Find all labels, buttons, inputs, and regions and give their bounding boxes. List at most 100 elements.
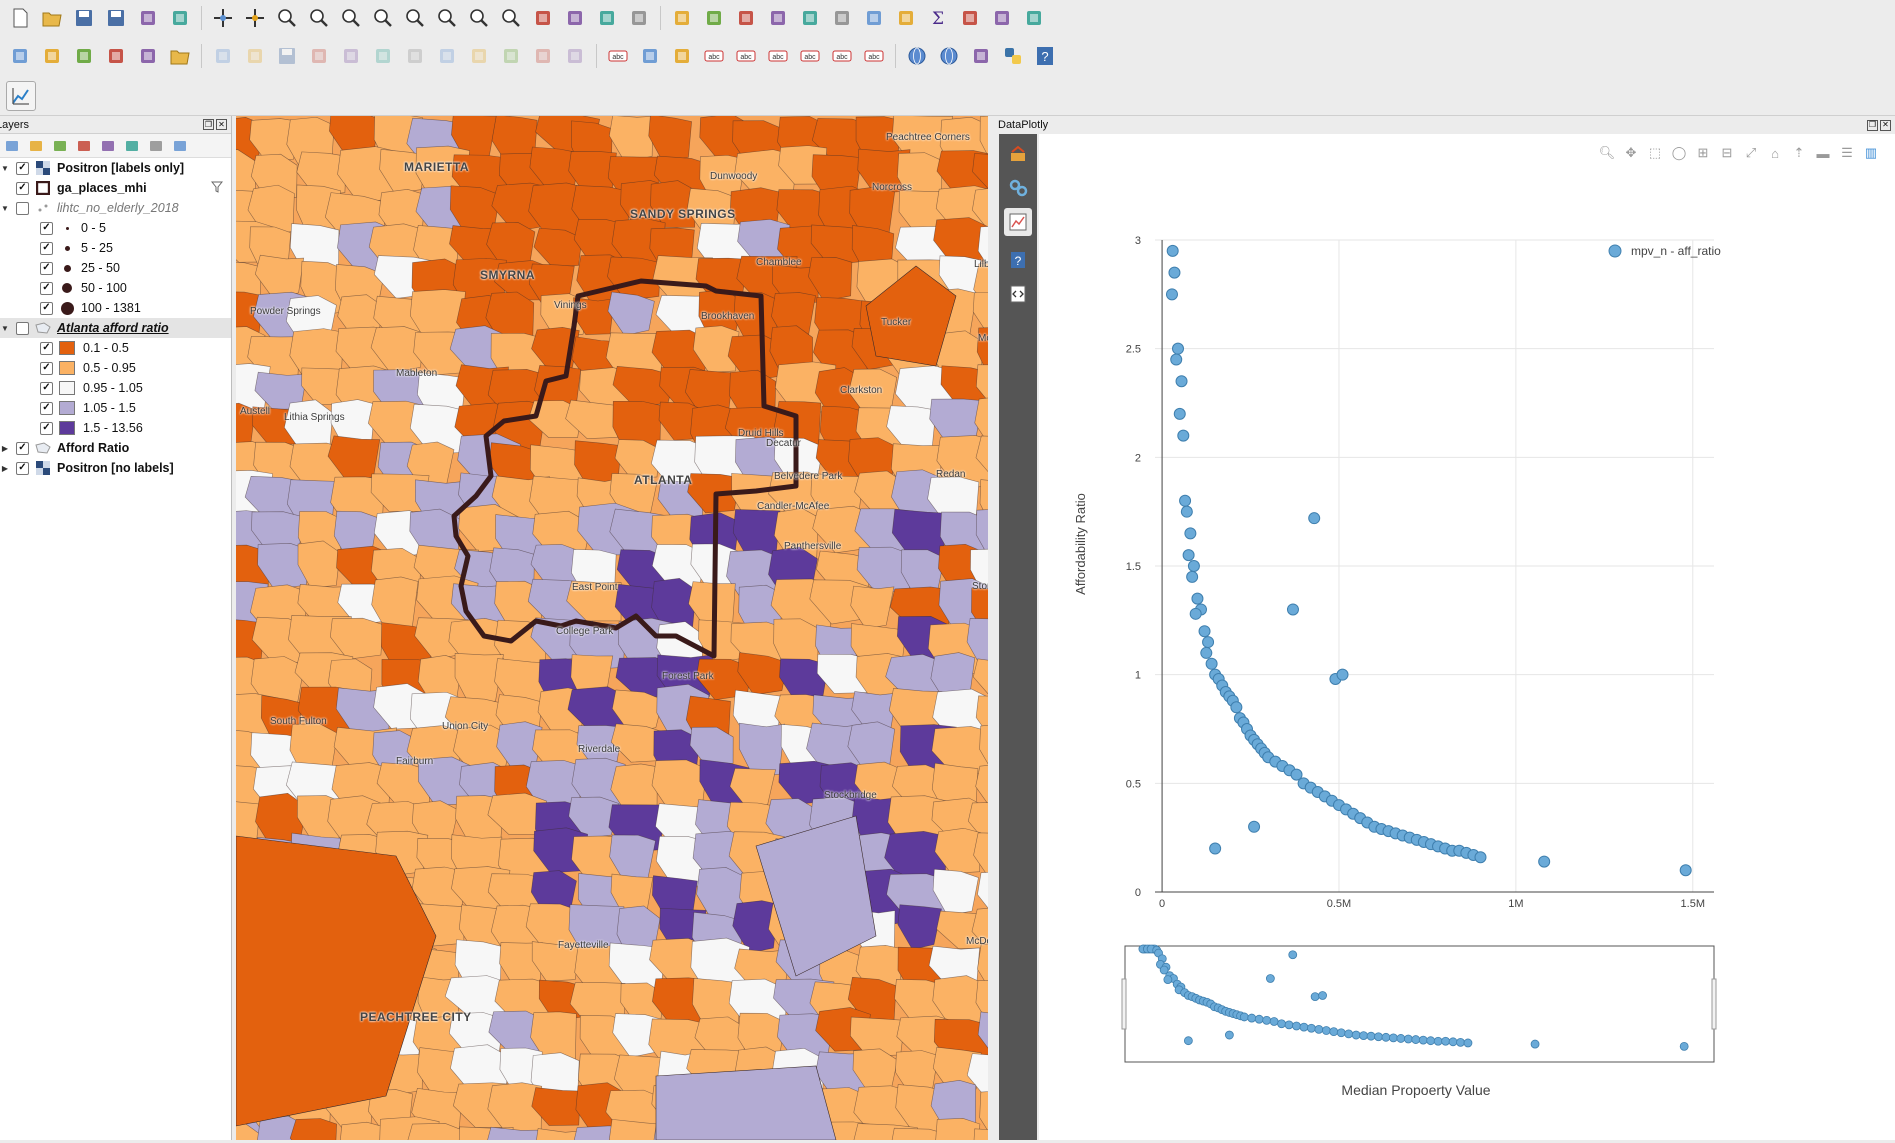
- globe-plus-icon[interactable]: [935, 42, 963, 70]
- statistics-icon[interactable]: Σ: [924, 4, 952, 32]
- print-layout-icon[interactable]: [134, 4, 162, 32]
- layer-row[interactable]: ▼ Positron [labels only]: [0, 158, 231, 178]
- deselect-icon[interactable]: [796, 4, 824, 32]
- legend-class-row[interactable]: 0.95 - 1.05: [0, 378, 231, 398]
- save-project-icon[interactable]: [70, 4, 98, 32]
- text-annotation-icon[interactable]: [1020, 4, 1048, 32]
- measure-icon[interactable]: [956, 4, 984, 32]
- toggle-editing-icon[interactable]: [241, 42, 269, 70]
- new-map-view-icon[interactable]: [529, 4, 557, 32]
- expand-arrow-icon[interactable]: ▼: [0, 204, 10, 213]
- scatter-point[interactable]: [1248, 820, 1261, 833]
- legend-class-row[interactable]: 0.1 - 0.5: [0, 338, 231, 358]
- scatter-point[interactable]: [1180, 505, 1193, 518]
- pan-icon[interactable]: [209, 4, 237, 32]
- zoom-last-icon[interactable]: [465, 4, 493, 32]
- zoom-full-icon[interactable]: [337, 4, 365, 32]
- map-canvas[interactable]: MARIETTA SANDY SPRINGS Dunwoody Peachtree C…: [236, 116, 988, 1140]
- rotate-label-icon[interactable]: abc: [828, 42, 856, 70]
- new-bookmark-icon[interactable]: [561, 4, 589, 32]
- label-abc-icon[interactable]: abc: [700, 42, 728, 70]
- visibility-checkbox[interactable]: [40, 241, 53, 255]
- vertex-tool-icon[interactable]: [337, 42, 365, 70]
- scatter-point[interactable]: [1538, 855, 1551, 868]
- visibility-checkbox[interactable]: [16, 201, 29, 215]
- zoom-native-icon[interactable]: [433, 4, 461, 32]
- close-icon[interactable]: ✕: [216, 119, 227, 130]
- scatter-point[interactable]: [1175, 375, 1188, 388]
- collapse-all-icon[interactable]: [146, 136, 166, 156]
- select-by-value-icon[interactable]: [764, 4, 792, 32]
- scatter-point[interactable]: [1474, 851, 1487, 864]
- visibility-checkbox[interactable]: [16, 181, 29, 195]
- pin-labels-icon[interactable]: abc: [732, 42, 760, 70]
- show-bookmarks-icon[interactable]: [593, 4, 621, 32]
- scatter-point[interactable]: [1230, 701, 1243, 714]
- highlight-pinned-icon[interactable]: [668, 42, 696, 70]
- scatter-point[interactable]: [1168, 266, 1181, 279]
- map-tips-icon[interactable]: [988, 4, 1016, 32]
- filter-legend-icon[interactable]: [74, 136, 94, 156]
- add-feature-icon[interactable]: [305, 42, 333, 70]
- help-icon[interactable]: ?: [1031, 42, 1059, 70]
- field-calculator-icon[interactable]: [860, 4, 888, 32]
- filter-expression-icon[interactable]: [98, 136, 118, 156]
- layer-row[interactable]: ▶ Afford Ratio: [0, 438, 231, 458]
- identify-icon[interactable]: [668, 4, 696, 32]
- scatter-point[interactable]: [1186, 570, 1199, 583]
- visibility-checkbox[interactable]: [40, 341, 53, 355]
- scatter-point[interactable]: [1198, 625, 1211, 638]
- scatter-point[interactable]: [1679, 864, 1692, 877]
- undo-icon[interactable]: [529, 42, 557, 70]
- lasso-select-icon[interactable]: ◯: [1667, 144, 1691, 162]
- zoom-in-icon[interactable]: [273, 4, 301, 32]
- save-edits-icon[interactable]: [273, 42, 301, 70]
- new-shapefile-icon[interactable]: [70, 42, 98, 70]
- remove-layer-icon[interactable]: [170, 136, 190, 156]
- scatter-point[interactable]: [1177, 429, 1190, 442]
- visibility-checkbox[interactable]: [16, 321, 29, 335]
- zoom-in-icon[interactable]: ⊞: [1691, 144, 1715, 162]
- scatter-point[interactable]: [1200, 646, 1213, 659]
- reset-axes-icon[interactable]: ⌂: [1763, 144, 1787, 162]
- python-console-icon[interactable]: [999, 42, 1027, 70]
- manage-visibility-icon[interactable]: [50, 136, 70, 156]
- binoculars-icon[interactable]: [967, 42, 995, 70]
- range-slider-right-handle[interactable]: [1711, 978, 1717, 1030]
- close-icon[interactable]: ✕: [1880, 119, 1891, 131]
- style-manager-icon[interactable]: [166, 4, 194, 32]
- legend-class-row[interactable]: 0.5 - 0.95: [0, 358, 231, 378]
- data-source-manager-icon[interactable]: [6, 42, 34, 70]
- scatter-point[interactable]: [1336, 668, 1349, 681]
- redo-icon[interactable]: [561, 42, 589, 70]
- globe-icon[interactable]: [903, 42, 931, 70]
- legend-class-row[interactable]: 1.05 - 1.5: [0, 398, 231, 418]
- legend-class-row[interactable]: 1.5 - 13.56: [0, 418, 231, 438]
- zoom-out-icon[interactable]: [305, 4, 333, 32]
- zoom-next-icon[interactable]: [497, 4, 525, 32]
- expand-arrow-icon[interactable]: ▶: [0, 444, 10, 453]
- show-hide-labels-icon[interactable]: abc: [764, 42, 792, 70]
- plot-canvas-icon[interactable]: [1004, 208, 1032, 236]
- action-icon[interactable]: [700, 4, 728, 32]
- filter-icon[interactable]: [210, 181, 224, 196]
- move-label-icon[interactable]: abc: [796, 42, 824, 70]
- plot-type-icon[interactable]: [1004, 140, 1032, 168]
- hover-closest-icon[interactable]: ▬: [1811, 144, 1835, 162]
- scatter-point[interactable]: [1171, 342, 1184, 355]
- visibility-checkbox[interactable]: [40, 221, 53, 235]
- legend-class-row[interactable]: 25 - 50: [0, 258, 231, 278]
- copy-features-icon[interactable]: [465, 42, 493, 70]
- hover-compare-icon[interactable]: ☰: [1835, 144, 1859, 162]
- help-icon[interactable]: ?: [1004, 246, 1032, 274]
- attribute-table-icon[interactable]: [828, 4, 856, 32]
- visibility-checkbox[interactable]: [40, 281, 53, 295]
- scatter-point[interactable]: [1165, 288, 1178, 301]
- scatter-point[interactable]: [1166, 244, 1179, 257]
- scatter-point[interactable]: [1209, 842, 1222, 855]
- float-icon[interactable]: ❐: [203, 119, 214, 130]
- scatter-point[interactable]: [1170, 353, 1183, 366]
- plot-properties-icon[interactable]: [1004, 174, 1032, 202]
- visibility-checkbox[interactable]: [40, 381, 53, 395]
- scatter-point[interactable]: [1191, 592, 1204, 605]
